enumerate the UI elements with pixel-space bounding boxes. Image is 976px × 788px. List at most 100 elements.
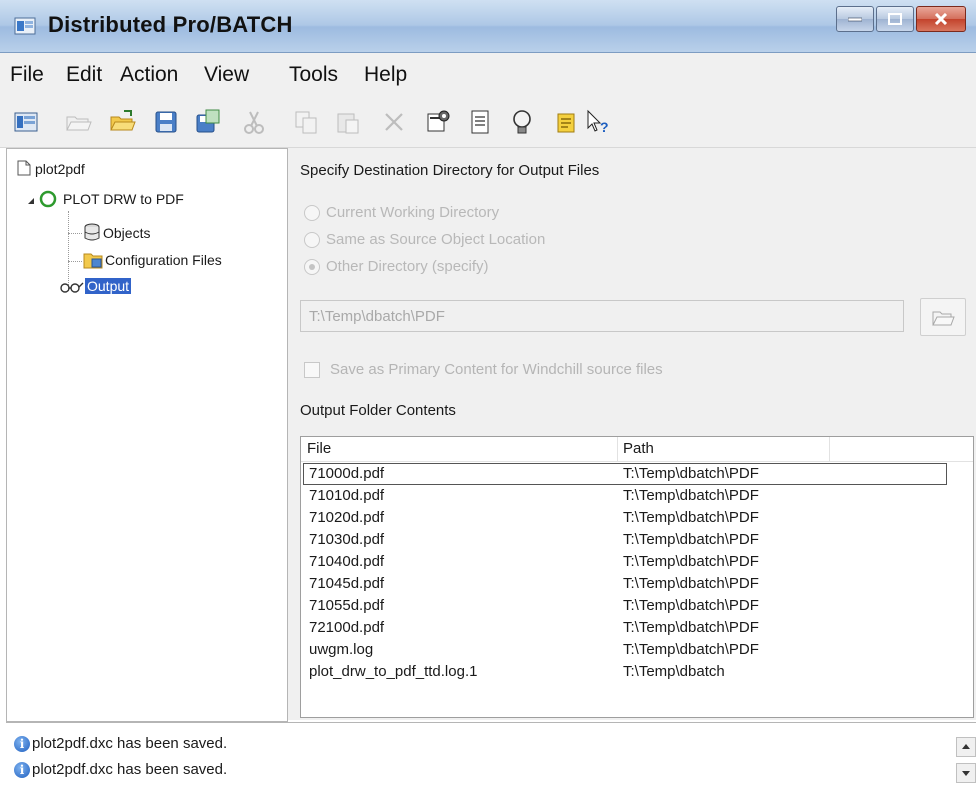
table-row[interactable]: 71020d.pdf T:\Temp\dbatch\PDF xyxy=(301,507,973,529)
cell-path: T:\Temp\dbatch xyxy=(623,663,725,680)
objects-icon xyxy=(84,223,100,241)
table-row[interactable]: plot_drw_to_pdf_ttd.log.1 T:\Temp\dbatch xyxy=(301,661,973,683)
output-glasses-icon xyxy=(60,282,84,293)
radio-same-as-source[interactable]: Same as Source Object Location xyxy=(304,231,545,248)
open-folder-icon[interactable] xyxy=(108,108,136,136)
radio-label: Same as Source Object Location xyxy=(326,231,546,248)
folder-contents-label: Output Folder Contents xyxy=(300,402,456,419)
cell-path: T:\Temp\dbatch\PDF xyxy=(623,553,759,570)
menu-bar: File Edit Action View Tools Help xyxy=(0,53,976,95)
radio-circle xyxy=(304,231,320,248)
cell-file: uwgm.log xyxy=(309,641,374,658)
tree-root-plot2pdf[interactable]: plot2pdf xyxy=(35,161,85,177)
cell-file: 72100d.pdf xyxy=(309,619,385,636)
table-row[interactable]: 71030d.pdf T:\Temp\dbatch\PDF xyxy=(301,529,973,551)
table-row[interactable]: 71055d.pdf T:\Temp\dbatch\PDF xyxy=(301,595,973,617)
cell-file: 71045d.pdf xyxy=(309,575,385,592)
menu-tools[interactable]: Tools xyxy=(289,63,338,87)
output-files-list[interactable]: File Path 71000d.pdf T:\Temp\dbatch\PDF … xyxy=(300,436,974,718)
expand-arrow-icon[interactable] xyxy=(27,197,35,205)
status-log[interactable]: i plot2pdf.dxc has been saved. i plot2pd… xyxy=(6,722,976,788)
properties-icon[interactable] xyxy=(424,108,452,136)
menu-action[interactable]: Action xyxy=(120,63,178,87)
tree-item-configuration-files[interactable]: Configuration Files xyxy=(105,252,222,268)
menu-edit[interactable]: Edit xyxy=(66,63,102,87)
status-message: i plot2pdf.dxc has been saved. xyxy=(14,761,227,778)
cell-file: 71010d.pdf xyxy=(309,487,385,504)
info-icon: i xyxy=(14,735,30,752)
notes-icon[interactable] xyxy=(552,108,580,136)
menu-help[interactable]: Help xyxy=(364,63,407,87)
cell-file: 71055d.pdf xyxy=(309,597,385,614)
table-row[interactable]: 71010d.pdf T:\Temp\dbatch\PDF xyxy=(301,485,973,507)
copy-icon[interactable] xyxy=(292,108,320,136)
minimize-button[interactable] xyxy=(836,6,874,32)
scroll-down-icon xyxy=(962,771,970,776)
save-as-icon[interactable] xyxy=(194,108,222,136)
cell-path: T:\Temp\dbatch\PDF xyxy=(623,641,759,658)
open-disabled-icon[interactable] xyxy=(64,108,92,136)
radio-label: Other Directory (specify) xyxy=(326,258,489,275)
toolbar: ? xyxy=(0,95,976,148)
cell-path: T:\Temp\dbatch\PDF xyxy=(623,531,759,548)
tree-item-output[interactable]: Output xyxy=(85,278,132,294)
document-icon[interactable] xyxy=(466,108,494,136)
table-row[interactable]: 71000d.pdf T:\Temp\dbatch\PDF xyxy=(303,463,947,485)
cell-file: 71040d.pdf xyxy=(309,553,385,570)
close-button[interactable] xyxy=(916,6,966,32)
table-row[interactable]: uwgm.log T:\Temp\dbatch\PDF xyxy=(301,639,973,661)
document-icon xyxy=(17,160,31,176)
table-row[interactable]: 71045d.pdf T:\Temp\dbatch\PDF xyxy=(301,573,973,595)
radio-other-directory[interactable]: Other Directory (specify) xyxy=(304,258,489,275)
maximize-icon xyxy=(888,13,902,25)
table-row[interactable]: 71040d.pdf T:\Temp\dbatch\PDF xyxy=(301,551,973,573)
svg-text:?: ? xyxy=(600,119,609,135)
radio-label: Current Working Directory xyxy=(326,204,500,221)
menu-view[interactable]: View xyxy=(204,63,249,87)
cell-path: T:\Temp\dbatch\PDF xyxy=(623,597,759,614)
save-primary-content-checkbox[interactable]: Save as Primary Content for Windchill so… xyxy=(304,361,663,378)
scroll-up-button[interactable] xyxy=(956,737,976,757)
paste-icon[interactable] xyxy=(334,108,362,136)
cell-file: 71030d.pdf xyxy=(309,531,385,548)
column-file-header[interactable]: File xyxy=(307,440,331,457)
maximize-button[interactable] xyxy=(876,6,914,32)
table-row[interactable]: 72100d.pdf T:\Temp\dbatch\PDF xyxy=(301,617,973,639)
scroll-down-button[interactable] xyxy=(956,763,976,783)
cell-file: 71000d.pdf xyxy=(309,465,385,482)
task-list-icon[interactable] xyxy=(12,108,40,136)
task-tree[interactable]: plot2pdf PLOT DRW to PDF Objects Configu… xyxy=(6,148,288,722)
close-icon xyxy=(934,13,948,25)
app-icon xyxy=(14,17,36,35)
menu-file[interactable]: File xyxy=(10,63,44,87)
list-header: File Path xyxy=(301,437,973,462)
save-icon[interactable] xyxy=(152,108,180,136)
browse-button[interactable] xyxy=(920,298,966,336)
status-text: plot2pdf.dxc has been saved. xyxy=(32,735,228,752)
cell-file: plot_drw_to_pdf_ttd.log.1 xyxy=(309,663,478,680)
cell-path: T:\Temp\dbatch\PDF xyxy=(623,619,759,636)
window-title: Distributed Pro/BATCH xyxy=(48,12,293,37)
checkbox-box xyxy=(304,361,320,378)
radio-circle-checked xyxy=(304,258,320,275)
tree-task-plot-drw-to-pdf[interactable]: PLOT DRW to PDF xyxy=(63,191,184,207)
cut-icon[interactable] xyxy=(240,108,268,136)
cell-path: T:\Temp\dbatch\PDF xyxy=(623,465,759,482)
lightbulb-icon[interactable] xyxy=(508,108,536,136)
column-path-header[interactable]: Path xyxy=(623,440,654,457)
cell-path: T:\Temp\dbatch\PDF xyxy=(623,575,759,592)
radio-current-working-directory[interactable]: Current Working Directory xyxy=(304,204,499,221)
info-icon: i xyxy=(14,761,30,778)
tree-item-objects[interactable]: Objects xyxy=(103,225,150,241)
destination-heading: Specify Destination Directory for Output… xyxy=(300,162,600,179)
radio-circle xyxy=(304,204,320,221)
status-message: i plot2pdf.dxc has been saved. xyxy=(14,735,227,752)
help-pointer-icon[interactable]: ? xyxy=(584,108,612,136)
scroll-up-icon xyxy=(962,744,970,749)
delete-icon[interactable] xyxy=(380,108,408,136)
directory-input[interactable] xyxy=(300,300,904,332)
open-folder-icon xyxy=(932,311,955,326)
output-settings-panel: Specify Destination Directory for Output… xyxy=(288,148,976,720)
title-bar[interactable]: Distributed Pro/BATCH xyxy=(0,0,976,53)
status-text: plot2pdf.dxc has been saved. xyxy=(32,761,228,778)
